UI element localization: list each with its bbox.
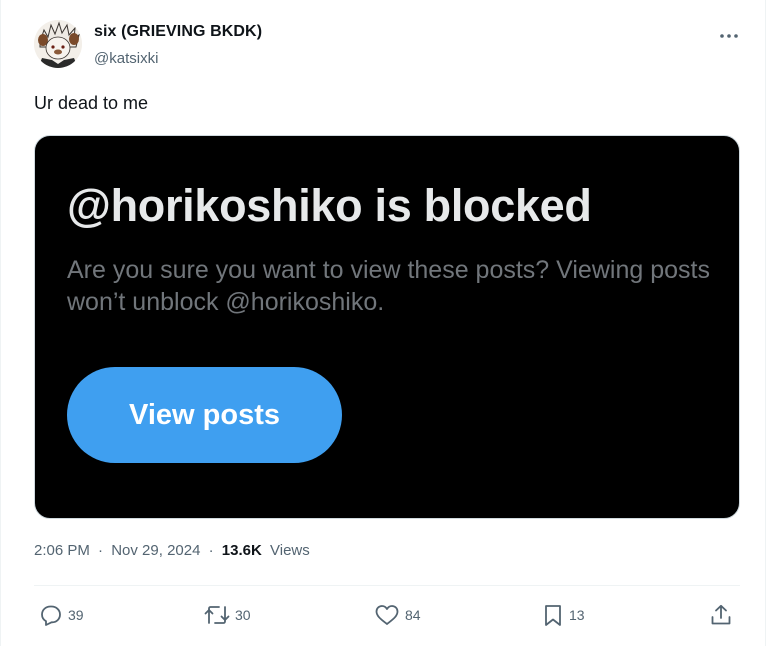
media-image[interactable]: @horikoshiko is blocked Are you sure you… <box>34 135 740 519</box>
more-horizontal-icon <box>720 34 738 38</box>
divider <box>34 585 740 586</box>
heart-icon <box>375 605 399 625</box>
author-display-name[interactable]: six (GRIEVING BKDK) <box>94 23 262 41</box>
blocked-title: @horikoshiko is blocked <box>67 180 592 231</box>
tweet-meta: 2:06 PM · Nov 29, 2024 · 13.6K Views <box>34 542 310 559</box>
bookmark-button[interactable]: 13 <box>542 600 585 630</box>
view-posts-button: View posts <box>67 367 342 463</box>
repost-button[interactable]: 30 <box>204 600 251 630</box>
avatar[interactable] <box>34 20 82 68</box>
share-button[interactable] <box>709 600 733 630</box>
repost-count: 30 <box>235 607 251 623</box>
like-button[interactable]: 84 <box>374 600 421 630</box>
tweet-date[interactable]: Nov 29, 2024 <box>111 542 200 559</box>
repost-icon <box>204 606 230 624</box>
like-count: 84 <box>405 607 421 623</box>
meta-separator: · <box>208 542 214 559</box>
tweet-time[interactable]: 2:06 PM <box>34 542 90 559</box>
more-options-button[interactable] <box>711 22 747 50</box>
bookmark-count: 13 <box>569 607 585 623</box>
tweet-text: Ur dead to me <box>34 93 149 113</box>
reply-count: 39 <box>68 607 84 623</box>
share-icon <box>711 604 731 625</box>
reply-icon <box>41 605 61 626</box>
author-handle[interactable]: @katsixki <box>94 50 158 67</box>
avatar-image <box>34 20 82 68</box>
views-label: Views <box>270 542 310 559</box>
blocked-description: Are you sure you want to view these post… <box>67 256 710 316</box>
reply-button[interactable]: 39 <box>39 600 84 630</box>
views-count[interactable]: 13.6K <box>222 542 262 559</box>
meta-separator: · <box>98 542 104 559</box>
bookmark-icon <box>545 605 561 626</box>
tweet: six (GRIEVING BKDK) @katsixki Ur dead to… <box>0 0 766 646</box>
